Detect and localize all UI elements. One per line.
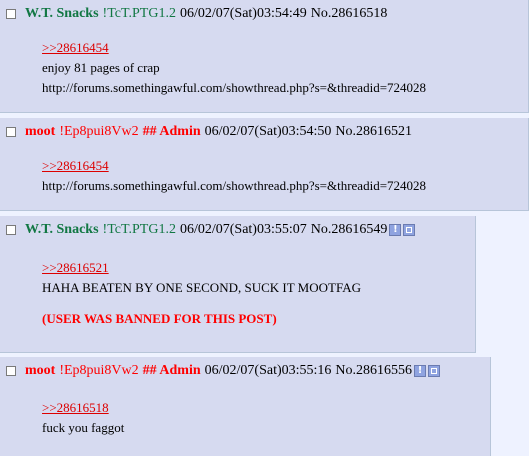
post-number[interactable]: No.28616549 <box>311 222 388 238</box>
tripcode: !TcT.PTG1.2 <box>102 222 176 237</box>
poster-name: moot <box>25 124 56 139</box>
post-body: >>28616518 fuck you faggot <box>42 398 124 438</box>
info-icon[interactable] <box>389 222 402 238</box>
quote-link[interactable]: >>28616518 <box>42 398 124 418</box>
post-number[interactable]: No.28616556 <box>335 363 412 379</box>
post: W.T. Snacks !TcT.PTG1.2 06/02/07(Sat)03:… <box>0 0 529 113</box>
post-text-line: http://forums.somethingawful.com/showthr… <box>42 80 427 95</box>
post-header: moot !Ep8pui8Vw2 ## Admin 06/02/07(Sat)0… <box>6 124 412 140</box>
post-checkbox[interactable] <box>6 225 16 235</box>
post-text-line: http://forums.somethingawful.com/showthr… <box>42 178 427 193</box>
post-number[interactable]: No.28616518 <box>311 6 388 22</box>
poster-name: W.T. Snacks <box>25 222 99 237</box>
quote-link[interactable]: >>28616521 <box>42 258 361 278</box>
tripcode: !Ep8pui8Vw2 <box>59 124 139 139</box>
post-checkbox[interactable] <box>6 127 16 137</box>
post-checkbox[interactable] <box>6 9 16 19</box>
post-text-line: enjoy 81 pages of crap <box>42 60 160 75</box>
tripcode: !TcT.PTG1.2 <box>102 6 176 21</box>
quote-link[interactable]: >>28616454 <box>42 38 426 58</box>
post-datetime: 06/02/07(Sat)03:54:49 <box>179 6 307 21</box>
poster-name: W.T. Snacks <box>25 6 99 21</box>
post-header: W.T. Snacks !TcT.PTG1.2 06/02/07(Sat)03:… <box>6 6 387 22</box>
ban-message: (USER WAS BANNED FOR THIS POST) <box>42 311 277 326</box>
admin-capcode: ## Admin <box>142 124 201 139</box>
image-icon[interactable] <box>428 365 441 377</box>
post-number[interactable]: No.28616521 <box>335 124 412 140</box>
image-icon[interactable] <box>403 224 416 236</box>
post-body: >>28616454 http://forums.somethingawful.… <box>42 156 426 196</box>
post-header: moot !Ep8pui8Vw2 ## Admin 06/02/07(Sat)0… <box>6 363 441 379</box>
quote-link[interactable]: >>28616454 <box>42 156 426 176</box>
tripcode: !Ep8pui8Vw2 <box>59 363 139 378</box>
post-header: W.T. Snacks !TcT.PTG1.2 06/02/07(Sat)03:… <box>6 222 416 238</box>
post-body: >>28616521 HAHA BEATEN BY ONE SECOND, SU… <box>42 258 361 329</box>
post: W.T. Snacks !TcT.PTG1.2 06/02/07(Sat)03:… <box>0 216 476 353</box>
post-datetime: 06/02/07(Sat)03:55:16 <box>204 363 332 378</box>
post: moot !Ep8pui8Vw2 ## Admin 06/02/07(Sat)0… <box>0 118 529 211</box>
post-checkbox[interactable] <box>6 366 16 376</box>
post-text-line: fuck you faggot <box>42 420 125 435</box>
post-body: >>28616454 enjoy 81 pages of crap http:/… <box>42 38 426 98</box>
post-datetime: 06/02/07(Sat)03:55:07 <box>179 222 307 237</box>
poster-name: moot <box>25 363 56 378</box>
post: moot !Ep8pui8Vw2 ## Admin 06/02/07(Sat)0… <box>0 357 491 456</box>
post-text-line: HAHA BEATEN BY ONE SECOND, SUCK IT MOOTF… <box>42 280 361 295</box>
post-datetime: 06/02/07(Sat)03:54:50 <box>204 124 332 139</box>
info-icon[interactable] <box>414 363 427 379</box>
admin-capcode: ## Admin <box>142 363 201 378</box>
